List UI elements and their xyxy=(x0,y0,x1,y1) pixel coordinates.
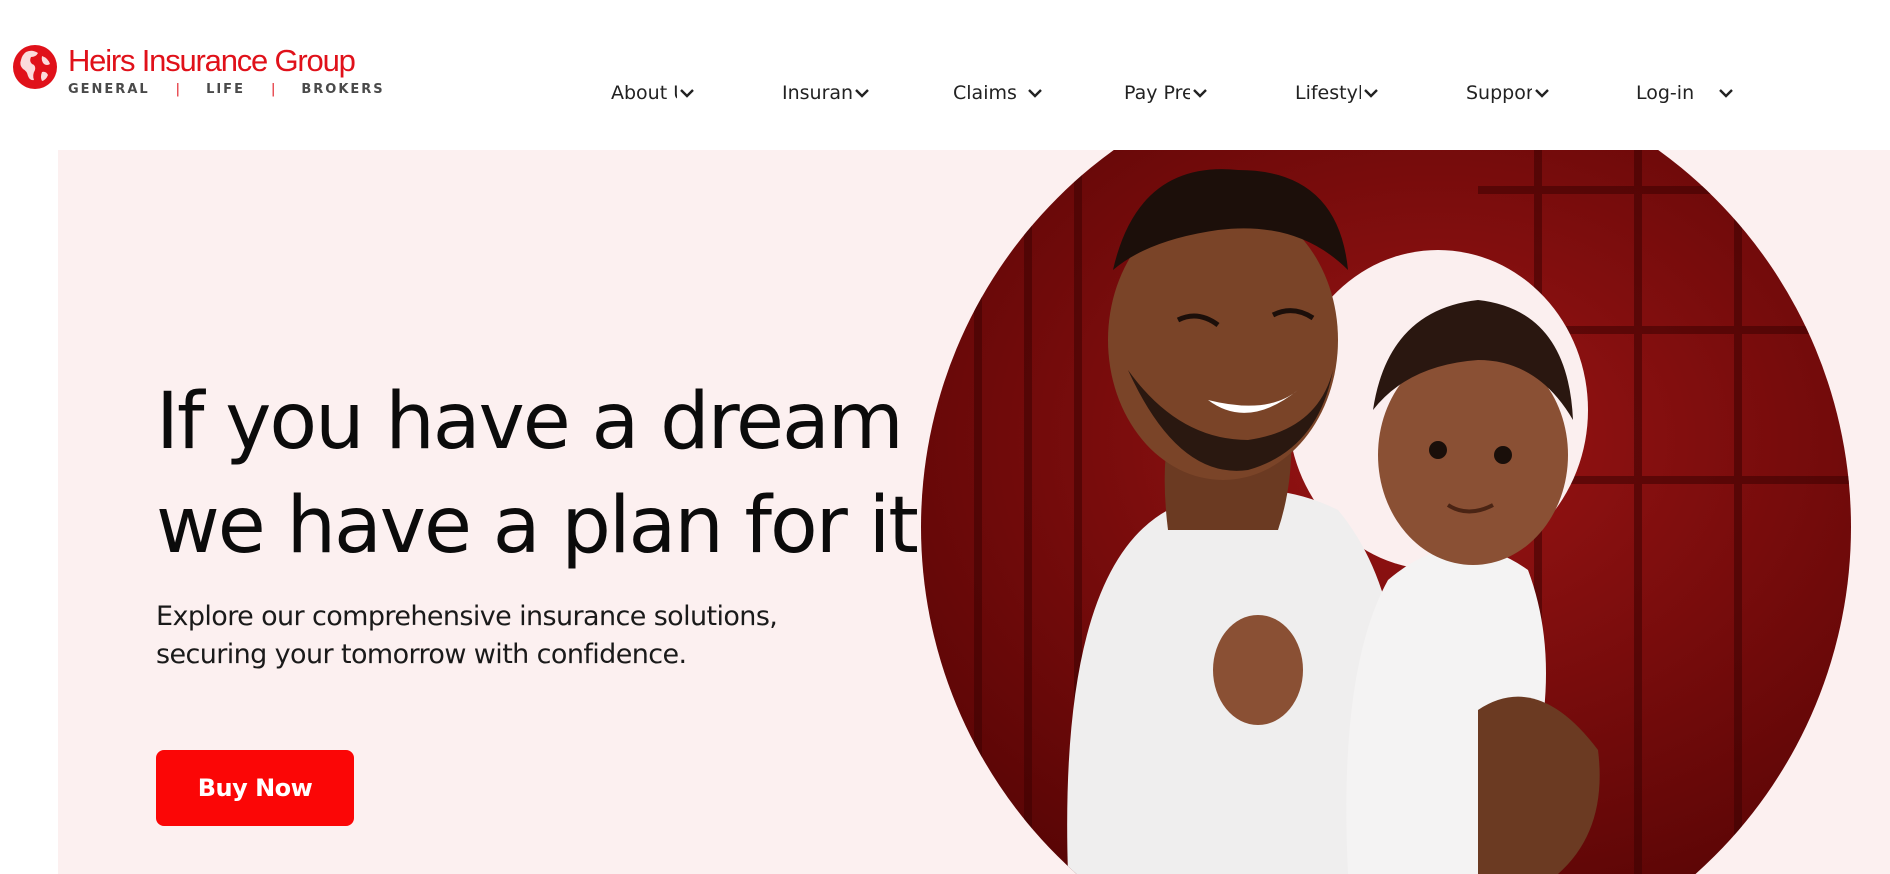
division-general: GENERAL xyxy=(68,82,150,97)
hero-headline: If you have a dream we have a plan for i… xyxy=(156,370,942,578)
division-separator: | xyxy=(270,82,276,97)
division-brokers: BROKERS xyxy=(301,82,385,97)
nav-item-about-us[interactable]: About Us xyxy=(611,78,695,108)
nav-item-label: Log-in xyxy=(1636,82,1695,104)
chevron-down-icon xyxy=(1193,89,1207,98)
hero-subtext-line: Explore our comprehensive insurance solu… xyxy=(156,601,778,632)
chevron-down-icon xyxy=(855,89,869,98)
nav-item-lifestyle[interactable]: Lifestyle xyxy=(1295,78,1379,108)
nav-item-label: Insurance xyxy=(782,82,852,104)
globe-icon xyxy=(13,45,57,89)
chevron-down-icon xyxy=(1535,89,1549,98)
nav-item-label: Support xyxy=(1466,82,1532,104)
division-separator: | xyxy=(175,82,181,97)
nav-item-label: Claims xyxy=(953,82,1017,104)
nav-item-insurance[interactable]: Insurance xyxy=(782,78,870,108)
division-life: LIFE xyxy=(206,82,245,97)
hero-headline-line: we have a plan for it. xyxy=(156,481,942,571)
brand-divisions: GENERAL | LIFE | BROKERS xyxy=(68,82,385,97)
chevron-down-icon xyxy=(1364,89,1378,98)
hero-headline-line: If you have a dream xyxy=(156,377,904,467)
nav-item-log-in[interactable]: Log-in xyxy=(1636,78,1734,108)
father-holding-baby-photo xyxy=(921,150,1851,874)
hero-section: If you have a dream we have a plan for i… xyxy=(58,150,1890,874)
hero-subtext: Explore our comprehensive insurance solu… xyxy=(156,598,778,674)
site-header: Heirs Insurance Group GENERAL | LIFE | B… xyxy=(0,0,1890,150)
nav-item-label: Pay Premium xyxy=(1124,82,1190,104)
nav-item-label: About Us xyxy=(611,82,677,104)
nav-item-pay-premium[interactable]: Pay Premium xyxy=(1124,78,1208,108)
brand-name: Heirs Insurance Group xyxy=(68,43,356,78)
nav-item-claims[interactable]: Claims xyxy=(953,78,1043,108)
chevron-down-icon xyxy=(1719,89,1733,98)
hero-subtext-line: securing your tomorrow with confidence. xyxy=(156,639,687,670)
brand-logo[interactable]: Heirs Insurance Group GENERAL | LIFE | B… xyxy=(12,44,385,97)
chevron-down-icon xyxy=(1028,89,1042,98)
nav-item-support[interactable]: Support xyxy=(1466,78,1550,108)
buy-now-button[interactable]: Buy Now xyxy=(156,750,354,826)
nav-item-label: Lifestyle xyxy=(1295,82,1361,104)
chevron-down-icon xyxy=(680,89,694,98)
